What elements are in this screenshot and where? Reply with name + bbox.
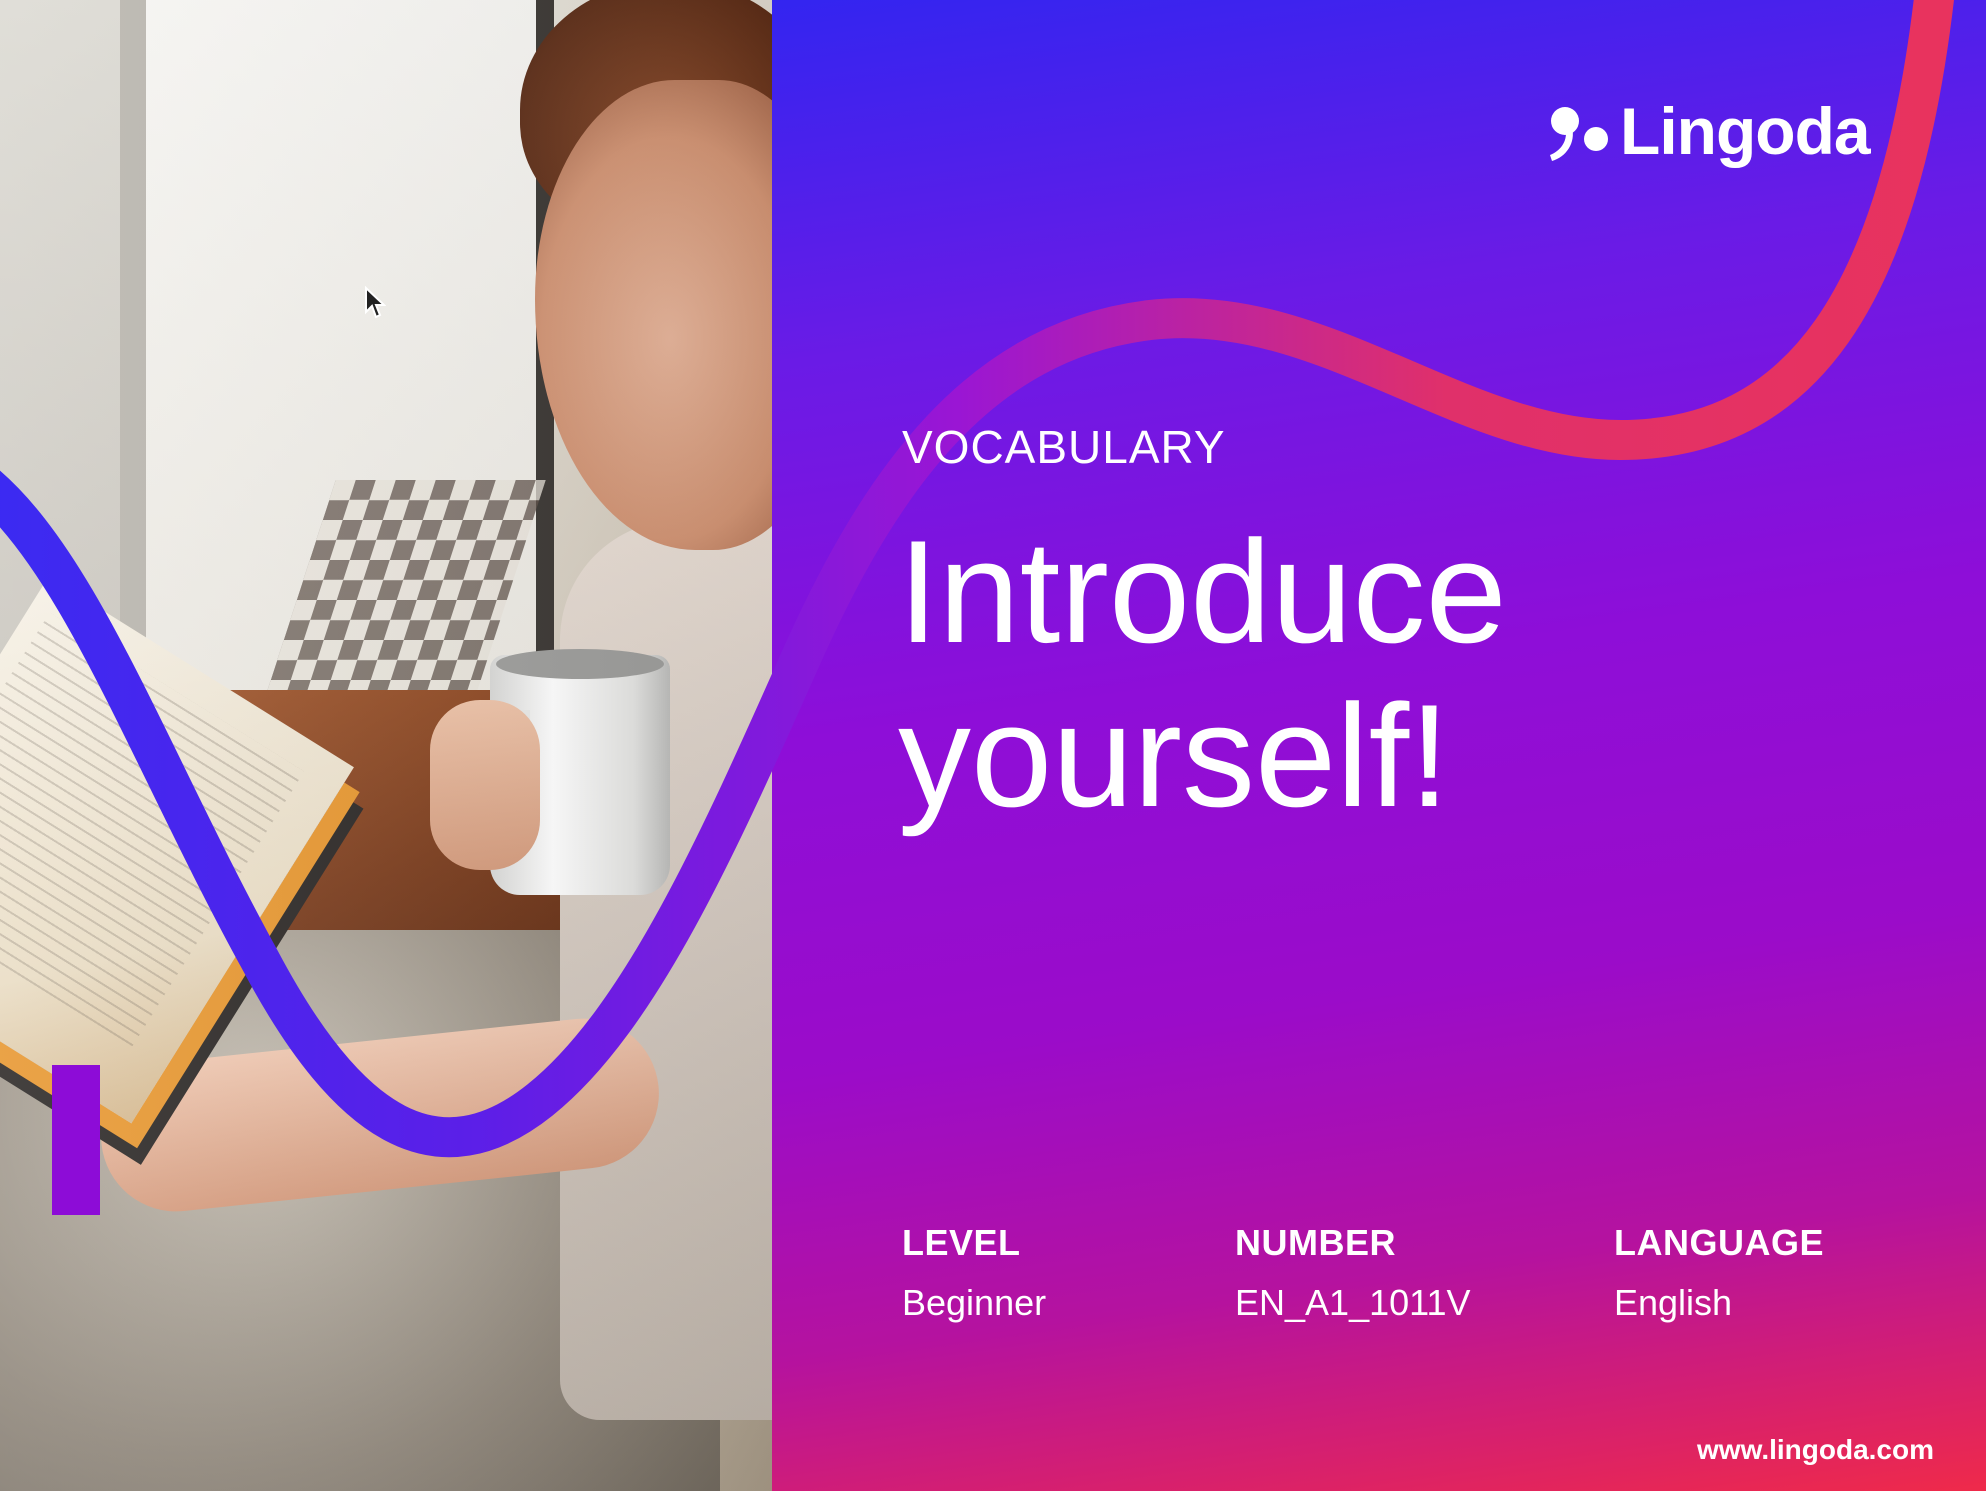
meta-language: LANGUAGE English (1614, 1222, 1824, 1324)
lesson-cover-slide: Lingoda VOCABULARY Introduce yourself! L… (0, 0, 1986, 1491)
meta-level-label: LEVEL (902, 1222, 1021, 1263)
brand-name: Lingoda (1620, 94, 1871, 168)
lingoda-logo[interactable]: Lingoda (1548, 86, 1871, 176)
meta-language-label: LANGUAGE (1614, 1222, 1824, 1263)
meta-level-value: Beginner (902, 1282, 1047, 1323)
mouse-pointer-icon (365, 286, 386, 319)
meta-number-label: NUMBER (1235, 1222, 1396, 1263)
meta-number-value: EN_A1_1011V (1235, 1282, 1471, 1323)
lesson-title: Introduce yourself! (898, 510, 1658, 838)
lesson-title-line-1: Introduce (898, 510, 1507, 673)
meta-level: LEVEL Beginner (902, 1222, 1046, 1324)
lingoda-comma-dot-icon (1550, 107, 1608, 161)
accent-bar (52, 1065, 100, 1215)
meta-language-value: English (1614, 1282, 1733, 1323)
lesson-category: VOCABULARY (902, 421, 1226, 473)
website-link[interactable]: www.lingoda.com (1697, 1434, 1934, 1466)
lesson-title-line-2: yourself! (898, 674, 1450, 837)
meta-number: NUMBER EN_A1_1011V (1235, 1222, 1471, 1324)
woman-reading-photo (0, 0, 772, 1491)
